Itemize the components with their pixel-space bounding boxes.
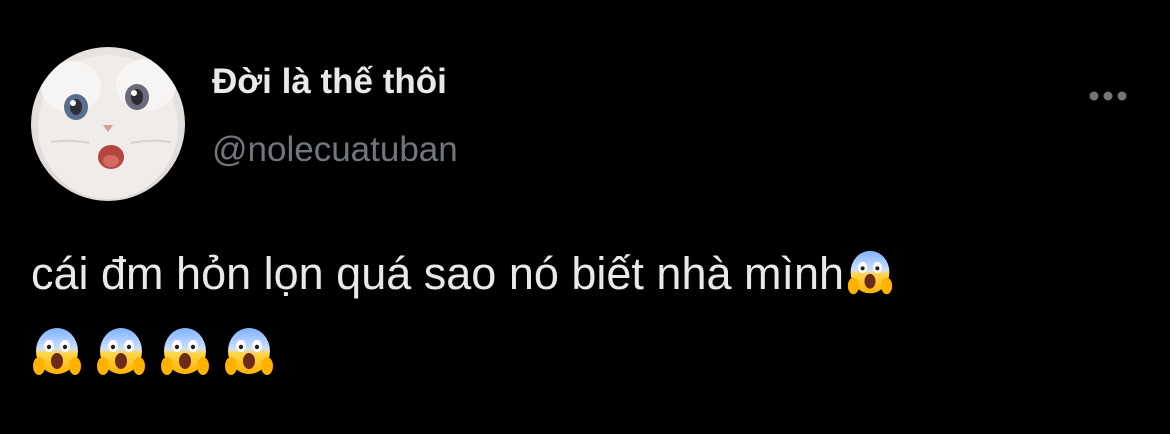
tweet-text-content: cái đm hỏn lọn quá sao nó biết nhà mình — [31, 248, 845, 299]
screaming-face-emoji-icon — [847, 250, 893, 295]
more-options-button[interactable] — [1084, 84, 1132, 108]
screaming-face-emoji-icon — [225, 328, 273, 375]
screaming-face-emoji-icon — [33, 328, 81, 375]
screaming-face-emoji-icon — [97, 328, 145, 375]
tweet-text: cái đm hỏn lọn quá sao nó biết nhà mình — [31, 244, 1141, 304]
user-handle[interactable]: @nolecuatuban — [212, 130, 458, 170]
display-name[interactable]: Đời là thế thôi — [212, 62, 447, 102]
screaming-face-emoji-icon — [161, 328, 209, 375]
kitten-avatar-icon — [38, 55, 178, 199]
emoji-row — [33, 326, 273, 378]
tweet-card: Đời là thế thôi @nolecuatuban cái đm hỏn… — [0, 0, 1170, 434]
more-horizontal-icon — [1089, 91, 1127, 101]
user-avatar[interactable] — [31, 47, 185, 201]
